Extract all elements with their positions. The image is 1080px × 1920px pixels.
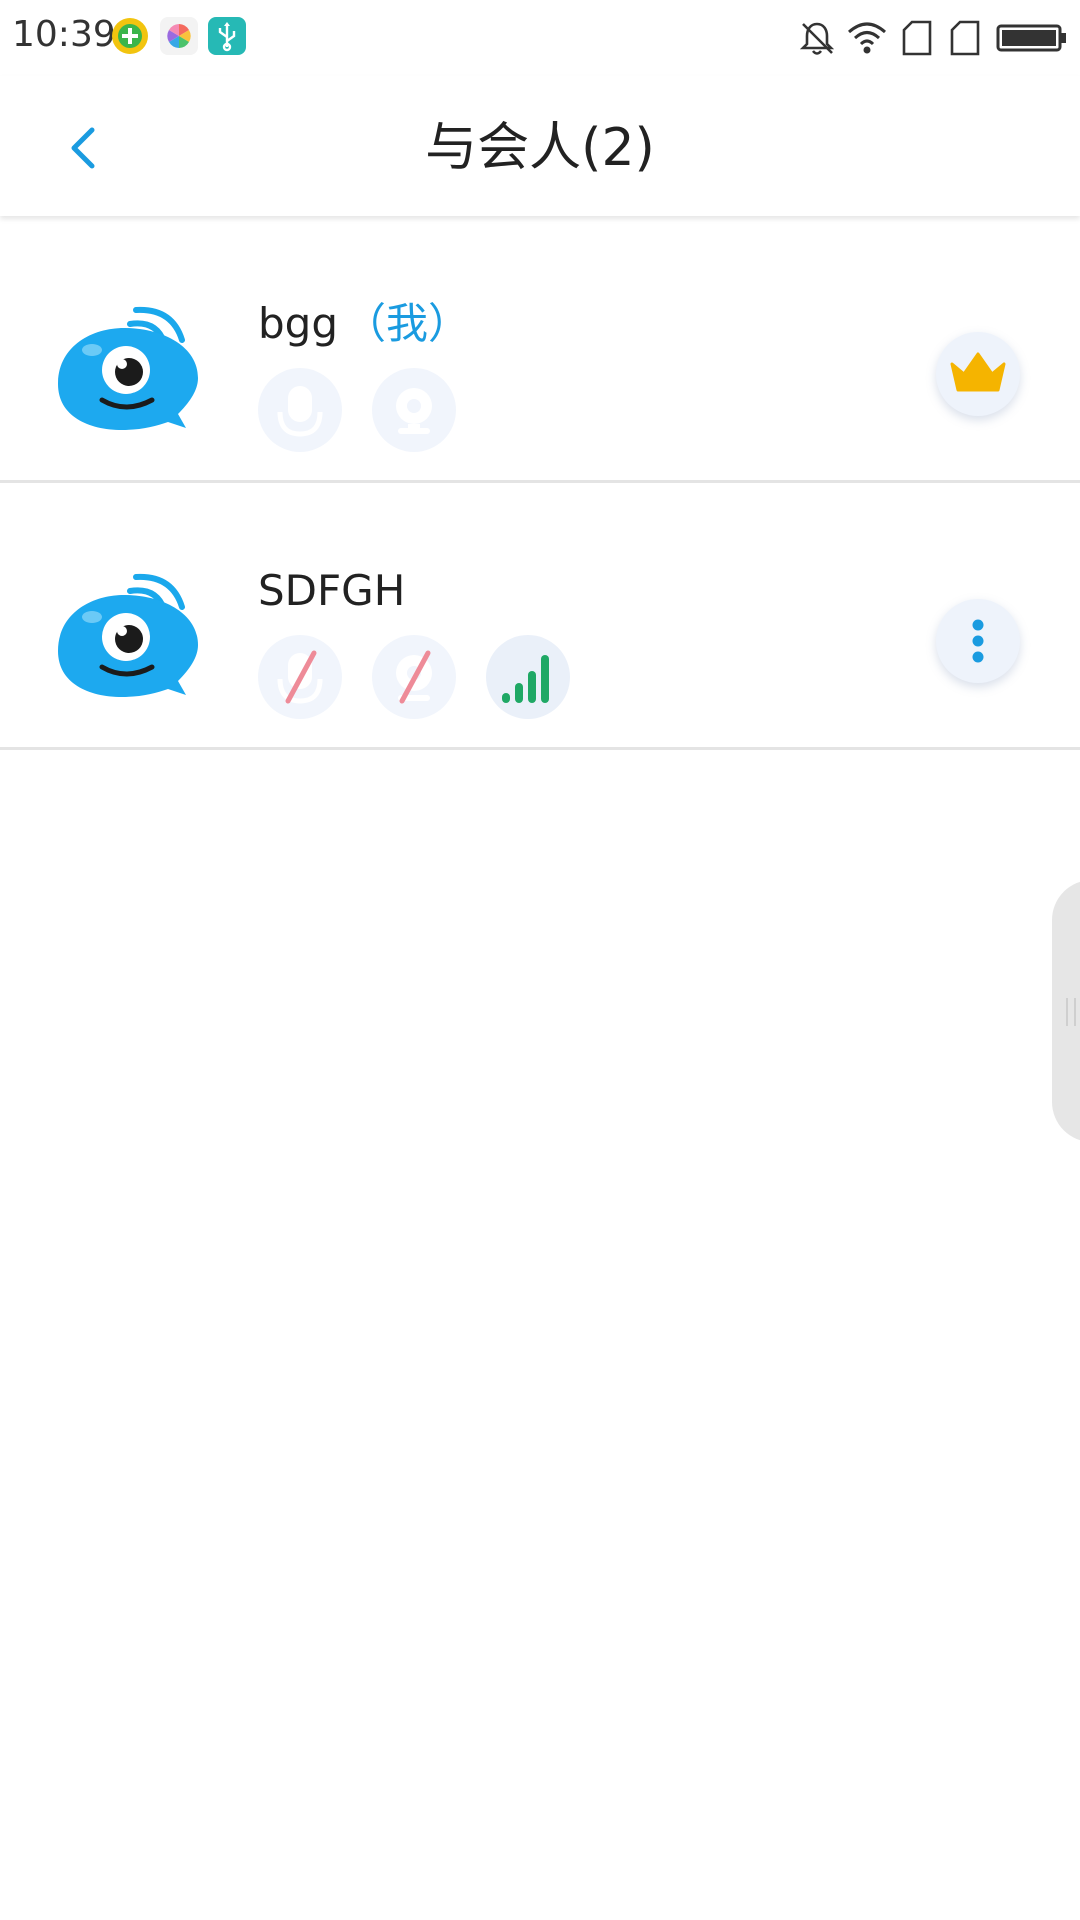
crown-icon	[950, 352, 1006, 392]
self-tag: （我）	[343, 299, 470, 348]
avatar	[52, 298, 198, 444]
participant-list: bgg （我） SDFGH	[0, 216, 1080, 750]
more-vertical-icon	[972, 619, 984, 663]
camera-muted-icon[interactable]	[372, 635, 456, 719]
floating-side-handle[interactable]	[1052, 880, 1080, 1142]
participant-row[interactable]: bgg （我）	[0, 216, 1080, 483]
microphone-muted-icon[interactable]	[258, 635, 342, 719]
more-options-button[interactable]	[936, 599, 1020, 683]
host-crown-button[interactable]	[936, 332, 1020, 416]
signal-strength-icon	[486, 635, 570, 719]
participant-row[interactable]: SDFGH	[0, 483, 1080, 750]
battery-icon	[996, 18, 1068, 58]
page-title: 与会人(2)	[425, 118, 655, 178]
participant-name-text: bgg	[258, 299, 338, 348]
page-header: 与会人(2)	[0, 76, 1080, 216]
status-time: 10:39	[12, 14, 116, 55]
bell-muted-icon	[798, 18, 836, 58]
add-app-icon	[111, 17, 149, 55]
camera-icon[interactable]	[372, 368, 456, 452]
usb-icon	[208, 17, 246, 55]
participant-name-text: SDFGH	[258, 566, 406, 615]
wifi-icon	[846, 18, 888, 58]
status-bar: 10:39	[0, 0, 1080, 76]
microphone-icon[interactable]	[258, 368, 342, 452]
sim-card-1-icon	[900, 18, 934, 58]
participant-name: SDFGH	[258, 563, 405, 619]
avatar	[52, 565, 198, 711]
participant-name: bgg （我）	[258, 296, 470, 352]
pinwheel-app-icon	[160, 17, 198, 55]
sim-card-2-icon	[948, 18, 982, 58]
grip-icon	[1066, 998, 1076, 1026]
